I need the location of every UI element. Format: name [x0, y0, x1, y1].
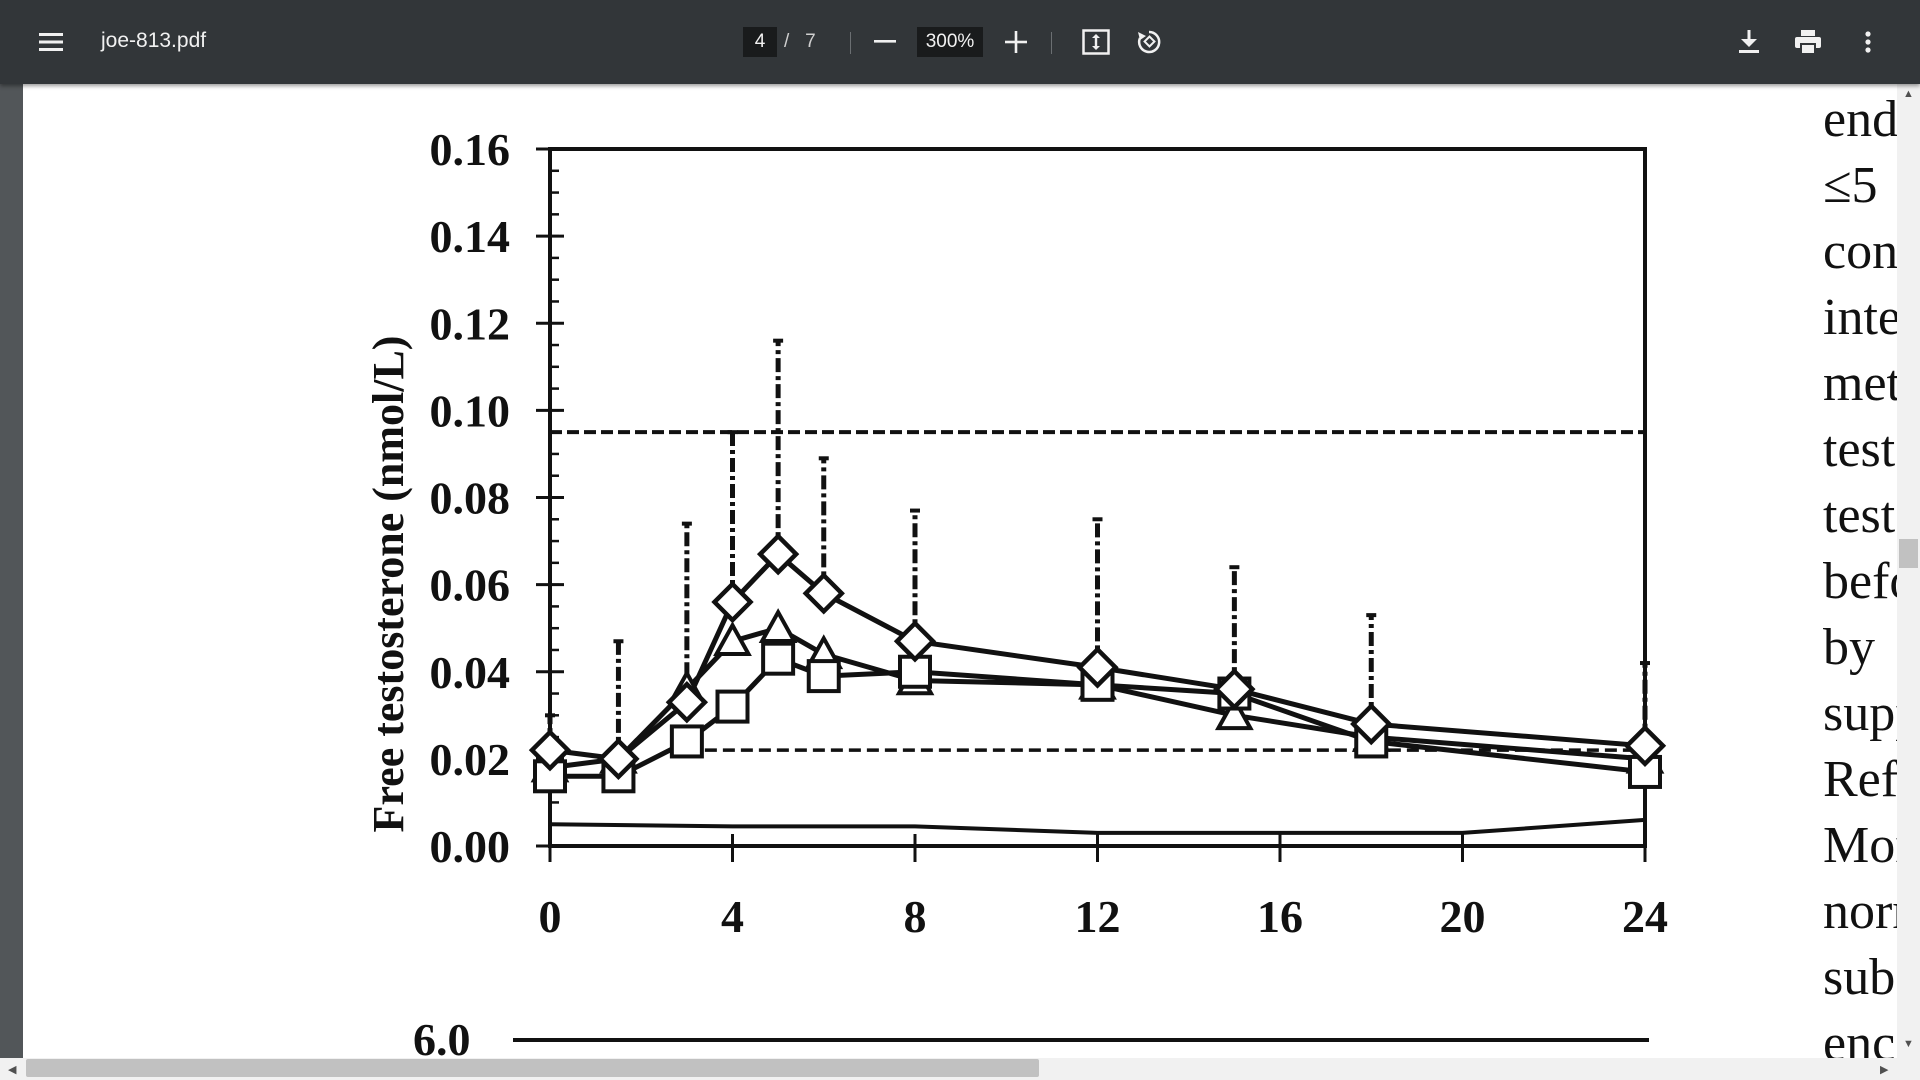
y-axis-label: Free testosterone (nmol/L) — [364, 336, 413, 833]
y-tick-label: 0.16 — [430, 124, 511, 175]
scroll-up-arrow-icon[interactable]: ▲ — [1903, 88, 1914, 100]
pdf-toolbar: joe-813.pdf 4 / 7 300% — [0, 0, 1920, 84]
more-vertical-icon[interactable] — [1848, 22, 1888, 62]
scroll-down-arrow-icon[interactable]: ▼ — [1903, 1038, 1914, 1050]
vertical-scroll-thumb[interactable] — [1899, 539, 1918, 568]
rotate-icon[interactable] — [1129, 22, 1169, 62]
right-column-line: conc — [1823, 223, 1897, 280]
right-column-line: Refe — [1823, 751, 1897, 808]
square-marker — [715, 689, 750, 724]
x-tick-label: 16 — [1257, 891, 1303, 942]
square-marker — [806, 659, 841, 694]
vertical-scrollbar[interactable] — [1897, 84, 1920, 1060]
hamburger-menu-icon[interactable] — [31, 22, 71, 62]
right-column-line: supp — [1823, 685, 1897, 742]
right-column-line: befo — [1823, 553, 1897, 610]
toolbar-divider — [850, 32, 851, 54]
x-tick-label: 12 — [1075, 891, 1121, 942]
triangle-marker — [758, 608, 798, 643]
y-tick-label: 0.00 — [430, 821, 511, 872]
diamond-marker — [893, 620, 937, 663]
page-number-input[interactable]: 4 — [743, 27, 777, 57]
x-tick-label: 4 — [721, 891, 744, 942]
y-tick-label: 0.02 — [430, 734, 511, 785]
y-tick-label: 0.14 — [430, 211, 511, 262]
x-tick-label: 20 — [1440, 891, 1486, 942]
file-name: joe-813.pdf — [101, 29, 207, 52]
right-column-line: by — [1823, 619, 1875, 676]
x-tick-label: 8 — [904, 891, 927, 942]
page-separator: / — [784, 31, 790, 52]
free-testosterone-chart: 0.00 0.02 0.04 0.06 0.08 0.10 0.12 0.14 0.16 0 4 8 1… — [364, 124, 1668, 1060]
left-gutter — [0, 84, 23, 1060]
total-pages: 7 — [805, 31, 816, 52]
plus-icon[interactable] — [996, 22, 1036, 62]
square-marker — [669, 724, 704, 759]
scroll-left-arrow-icon[interactable]: ◀ — [8, 1063, 16, 1076]
right-column-line: ≤5 — [1823, 157, 1878, 214]
right-column-line: meth — [1823, 355, 1897, 412]
right-column-line: subs — [1823, 949, 1897, 1006]
y-tick-label: 0.10 — [430, 385, 511, 436]
minus-icon[interactable] — [865, 22, 905, 62]
right-column-line: ence — [1823, 1015, 1897, 1061]
fit-to-page-icon[interactable] — [1076, 22, 1116, 62]
right-column-line: testo — [1823, 421, 1897, 478]
y-tick-label: 0.04 — [430, 647, 511, 698]
baseline-line — [549, 817, 1646, 835]
x-tick-label: 0 — [539, 891, 562, 942]
right-column-line: inter — [1823, 289, 1897, 346]
zoom-level-input[interactable]: 300% — [917, 27, 983, 57]
square-marker — [761, 641, 796, 676]
scroll-right-arrow-icon[interactable]: ▶ — [1880, 1063, 1888, 1076]
next-chart-y-tick: 6.0 — [413, 1014, 471, 1060]
right-column-line: testo — [1823, 487, 1897, 544]
toolbar-divider — [1051, 32, 1052, 54]
plot-frame — [548, 147, 1647, 848]
print-icon[interactable] — [1788, 22, 1828, 62]
pdf-page: 0.00 0.02 0.04 0.06 0.08 0.10 0.12 0.14 0.16 0 4 8 1… — [23, 84, 1897, 1060]
page-total: / 7 — [784, 31, 816, 53]
download-icon[interactable] — [1729, 22, 1769, 62]
y-tick-label: 0.06 — [430, 560, 511, 611]
x-tick-label: 24 — [1622, 891, 1668, 942]
right-column-line: Mon — [1823, 817, 1897, 874]
horizontal-scroll-thumb[interactable] — [26, 1059, 1039, 1077]
right-column-line: norm — [1823, 883, 1897, 940]
y-tick-label: 0.08 — [430, 473, 511, 524]
y-tick-label: 0.12 — [430, 298, 511, 349]
right-column-line: endo — [1823, 91, 1897, 148]
